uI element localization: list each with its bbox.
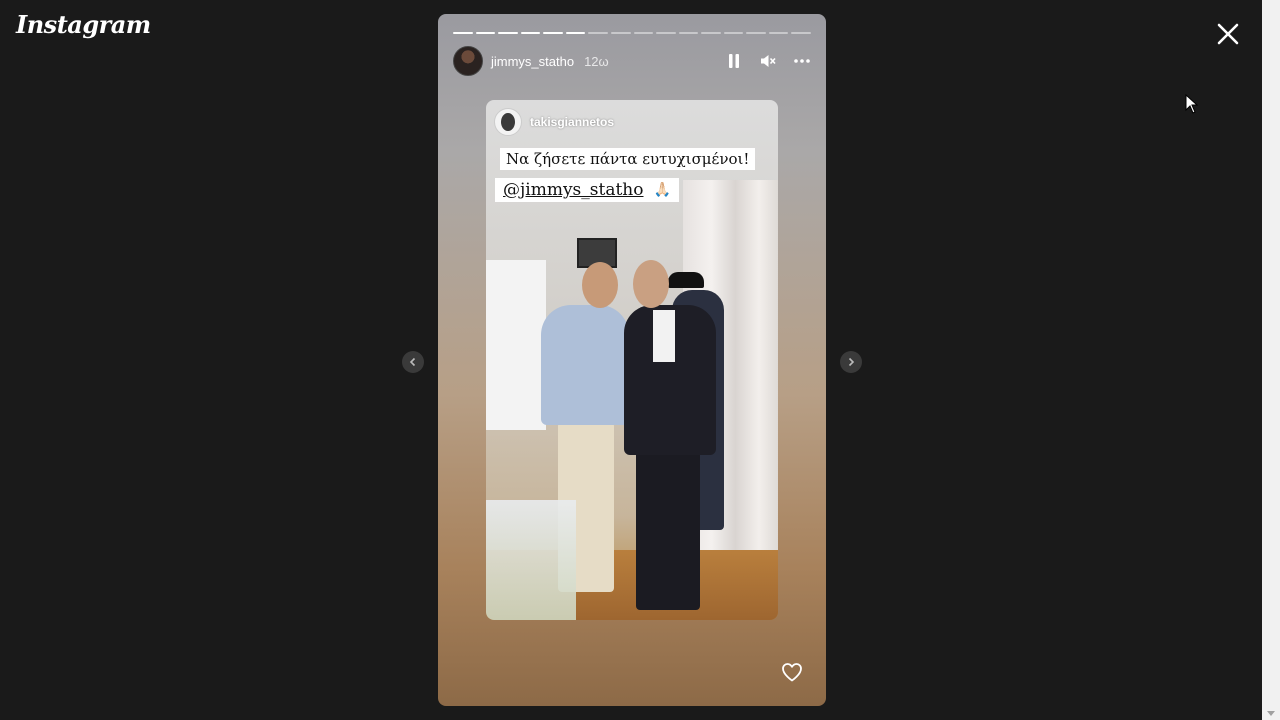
photo-person-left-head	[582, 262, 618, 308]
mouse-cursor-icon	[1185, 93, 1199, 114]
story-timestamp: 12ω	[584, 53, 609, 69]
pause-button[interactable]	[725, 52, 743, 70]
story-viewer[interactable]: jimmys_statho 12ω takisgiannetos Να ζήσε…	[438, 14, 826, 706]
reshared-story-tag[interactable]: takisgiannetos	[494, 108, 614, 136]
previous-story-button[interactable]	[402, 351, 424, 373]
progress-segment	[723, 32, 744, 34]
photo-glass-counter	[486, 500, 576, 620]
more-options-button[interactable]	[793, 52, 811, 70]
progress-segment	[768, 32, 789, 34]
heart-icon	[782, 663, 802, 682]
story-header: jimmys_statho 12ω	[453, 45, 811, 77]
progress-segment	[678, 32, 699, 34]
story-caption-text: Να ζήσετε πάντα ευτυχισμένοι!	[500, 148, 756, 170]
pause-icon	[729, 54, 739, 68]
close-button[interactable]	[1214, 20, 1242, 48]
pray-emoji: 🙏🏻	[653, 182, 671, 198]
progress-segment	[791, 32, 811, 34]
chevron-right-icon	[848, 357, 855, 367]
photo-person-right-head	[633, 260, 669, 308]
instagram-logo[interactable]: Instagram	[16, 10, 151, 39]
photo-person-left	[541, 305, 629, 425]
mute-icon	[761, 55, 776, 67]
story-username[interactable]: jimmys_statho	[491, 54, 574, 69]
chevron-left-icon	[409, 357, 416, 367]
progress-segment	[701, 32, 721, 34]
page-scrollbar[interactable]	[1262, 0, 1280, 720]
progress-segment	[520, 32, 541, 34]
progress-segment	[610, 32, 631, 34]
photo-person-right-shirt	[653, 310, 675, 362]
story-controls	[725, 52, 811, 70]
scroll-down-icon[interactable]	[1267, 711, 1275, 716]
photo-hat	[668, 272, 704, 288]
next-story-button[interactable]	[840, 351, 862, 373]
photo-person-right-legs	[636, 450, 700, 610]
scrollbar-thumb[interactable]	[1266, 0, 1276, 704]
mute-button[interactable]	[759, 52, 777, 70]
progress-segment	[746, 32, 766, 34]
progress-segment	[453, 32, 473, 34]
photo-window	[486, 260, 546, 430]
progress-segment	[588, 32, 608, 34]
progress-segment	[475, 32, 496, 34]
progress-segment	[656, 32, 676, 34]
tagged-username[interactable]: takisgiannetos	[530, 115, 614, 129]
mention-link[interactable]: @jimmys_statho	[503, 180, 643, 200]
progress-segment	[498, 32, 518, 34]
close-icon	[1217, 23, 1239, 45]
more-icon	[794, 59, 810, 63]
user-avatar[interactable]	[453, 46, 483, 76]
progress-segment	[565, 32, 586, 34]
progress-segment	[633, 32, 654, 34]
story-caption-mention: @jimmys_statho 🙏🏻	[495, 178, 679, 202]
like-button[interactable]	[780, 660, 804, 684]
tagged-user-avatar	[494, 108, 522, 136]
story-progress-bar	[453, 32, 811, 34]
progress-segment	[543, 32, 563, 34]
